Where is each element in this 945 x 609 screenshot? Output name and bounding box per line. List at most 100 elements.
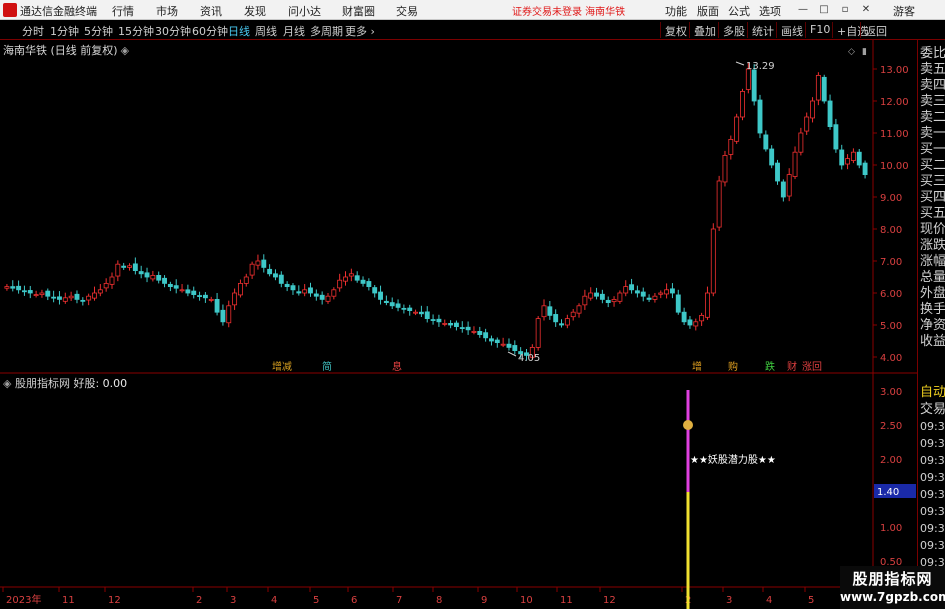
period-weekly[interactable]: 周线 bbox=[255, 23, 277, 39]
menu-trade[interactable]: 交易 bbox=[396, 3, 418, 19]
quote-field[interactable]: 净资 bbox=[920, 318, 945, 334]
overlay-button[interactable]: 叠加 bbox=[689, 22, 719, 38]
candle-body bbox=[401, 307, 407, 310]
settings-icon[interactable]: ◈ bbox=[121, 44, 129, 57]
tick-time[interactable]: 09:31 bbox=[920, 437, 945, 450]
quote-field[interactable]: 涨幅 bbox=[920, 254, 945, 270]
menu-ask-xiaoda[interactable]: 问小达 bbox=[288, 3, 321, 19]
menu-layout[interactable]: 版面 bbox=[697, 3, 719, 19]
watermark-url: www.7gpzb.com bbox=[840, 590, 945, 604]
candle-body bbox=[267, 268, 273, 275]
candle-body bbox=[115, 263, 121, 277]
candle-body bbox=[576, 305, 582, 314]
candle-body bbox=[413, 311, 419, 314]
quote-field[interactable]: 总量 bbox=[920, 270, 945, 286]
quote-field[interactable]: 买一 bbox=[920, 142, 945, 158]
menu-wealth-circle[interactable]: 财富圈 bbox=[342, 3, 375, 19]
menu-news[interactable]: 资讯 bbox=[200, 3, 222, 19]
quote-field[interactable]: 涨跌 bbox=[920, 238, 945, 254]
period-more[interactable]: 更多 › bbox=[345, 23, 375, 39]
user-label[interactable]: 游客 bbox=[893, 3, 915, 19]
menu-formula[interactable]: 公式 bbox=[728, 3, 750, 19]
quote-field[interactable]: 卖二 bbox=[920, 110, 945, 126]
tick-time[interactable]: 09:31 bbox=[920, 454, 945, 467]
app-logo-icon bbox=[3, 3, 17, 17]
tick-time[interactable]: 09:31 bbox=[920, 420, 945, 433]
quote-field[interactable]: 买五 bbox=[920, 206, 945, 222]
statistics-button[interactable]: 统计 bbox=[747, 22, 777, 38]
quote-field[interactable]: 收益 bbox=[920, 334, 945, 350]
candle-body bbox=[734, 116, 740, 142]
quote-field[interactable]: 卖一 bbox=[920, 126, 945, 142]
candle-body bbox=[716, 180, 722, 228]
back-button[interactable]: 返回 bbox=[860, 22, 890, 38]
login-notice[interactable]: 证券交易未登录 海南华铁 bbox=[512, 3, 625, 18]
multi-stock-button[interactable]: 多股 bbox=[718, 22, 748, 38]
indicator-settings-icon[interactable]: ◈ bbox=[3, 377, 15, 390]
trade-button[interactable]: 交易 bbox=[920, 402, 945, 418]
restore-icon[interactable]: □ bbox=[818, 4, 830, 15]
draw-line-button[interactable]: 画线 bbox=[776, 22, 806, 38]
candle-body bbox=[483, 332, 489, 339]
period-daily[interactable]: 日线 bbox=[228, 23, 250, 39]
menu-market-quotes[interactable]: 行情 bbox=[112, 3, 134, 19]
candle-body bbox=[33, 294, 39, 297]
candle-body bbox=[617, 292, 623, 302]
adjust-button[interactable]: 复权 bbox=[660, 22, 690, 38]
period-multi[interactable]: 多周期 bbox=[310, 23, 343, 39]
event-marker: 增 bbox=[692, 360, 702, 373]
candle-body bbox=[494, 339, 500, 344]
maximize-icon[interactable]: ▫ bbox=[839, 4, 851, 15]
tick-time[interactable]: 09:31 bbox=[920, 471, 945, 484]
y-tick-label: 7.00 bbox=[880, 257, 902, 268]
app-title: 通达信金融终端 bbox=[20, 5, 97, 18]
high-pointer bbox=[735, 61, 745, 66]
event-marker: 息 bbox=[392, 360, 402, 373]
quote-field[interactable]: 现价 bbox=[920, 222, 945, 238]
sub-y-tick-label: 2.00 bbox=[880, 455, 902, 466]
tick-time[interactable]: 09:31 bbox=[920, 539, 945, 552]
menu-options[interactable]: 选项 bbox=[759, 3, 781, 19]
period-30min[interactable]: 30分钟 bbox=[155, 23, 191, 39]
tick-time[interactable]: 09:31 bbox=[920, 505, 945, 518]
candle-body bbox=[792, 151, 798, 177]
quote-field[interactable]: 卖五 bbox=[920, 62, 945, 78]
bars-icon[interactable]: ▮ bbox=[862, 47, 867, 57]
candle-body bbox=[512, 345, 518, 352]
diamond-icon[interactable]: ◇ bbox=[848, 47, 855, 57]
quote-field[interactable]: 买四 bbox=[920, 190, 945, 206]
minimize-icon[interactable]: — bbox=[797, 4, 809, 15]
candle-body bbox=[150, 274, 156, 280]
indicator-name[interactable]: 股朋指标网 bbox=[15, 377, 70, 390]
period-1min[interactable]: 1分钟 bbox=[50, 23, 79, 39]
quote-field[interactable]: 卖四 bbox=[920, 78, 945, 94]
candle-body bbox=[740, 91, 745, 118]
tick-time[interactable]: 09:31 bbox=[920, 522, 945, 535]
period-5min[interactable]: 5分钟 bbox=[84, 23, 113, 39]
candle-body bbox=[430, 319, 436, 321]
candle-body bbox=[605, 299, 611, 303]
quote-field[interactable]: 买二 bbox=[920, 158, 945, 174]
quote-field[interactable]: 委比 bbox=[920, 46, 945, 62]
menu-function[interactable]: 功能 bbox=[665, 3, 687, 19]
x-tick-label: 11 bbox=[560, 595, 573, 606]
menu-discover[interactable]: 发现 bbox=[244, 3, 266, 19]
candle-body bbox=[763, 134, 769, 150]
quote-field[interactable]: 外盘 bbox=[920, 286, 945, 302]
candle-body bbox=[348, 273, 354, 277]
kline-chart[interactable]: 13.00 12.00 11.00 10.00 9.00 8.00 7.00 6.00 5.00… bbox=[0, 40, 917, 609]
quote-field[interactable]: 卖三 bbox=[920, 94, 945, 110]
quote-field[interactable]: 买三 bbox=[920, 174, 945, 190]
period-monthly[interactable]: 月线 bbox=[283, 23, 305, 39]
period-60min[interactable]: 60分钟 bbox=[192, 23, 228, 39]
period-15min[interactable]: 15分钟 bbox=[118, 23, 154, 39]
auto-button[interactable]: 自动 bbox=[920, 385, 945, 401]
indicator-header: ◈ 股朋指标网 好股: 0.00 bbox=[3, 377, 128, 390]
menu-market[interactable]: 市场 bbox=[156, 3, 178, 19]
tick-time[interactable]: 09:31 bbox=[920, 488, 945, 501]
close-icon[interactable]: ✕ bbox=[860, 4, 872, 15]
period-timeshare[interactable]: 分时 bbox=[22, 23, 44, 39]
f10-button[interactable]: F10 bbox=[805, 22, 833, 38]
candle-body bbox=[489, 338, 494, 342]
quote-field[interactable]: 换手 bbox=[920, 302, 945, 318]
